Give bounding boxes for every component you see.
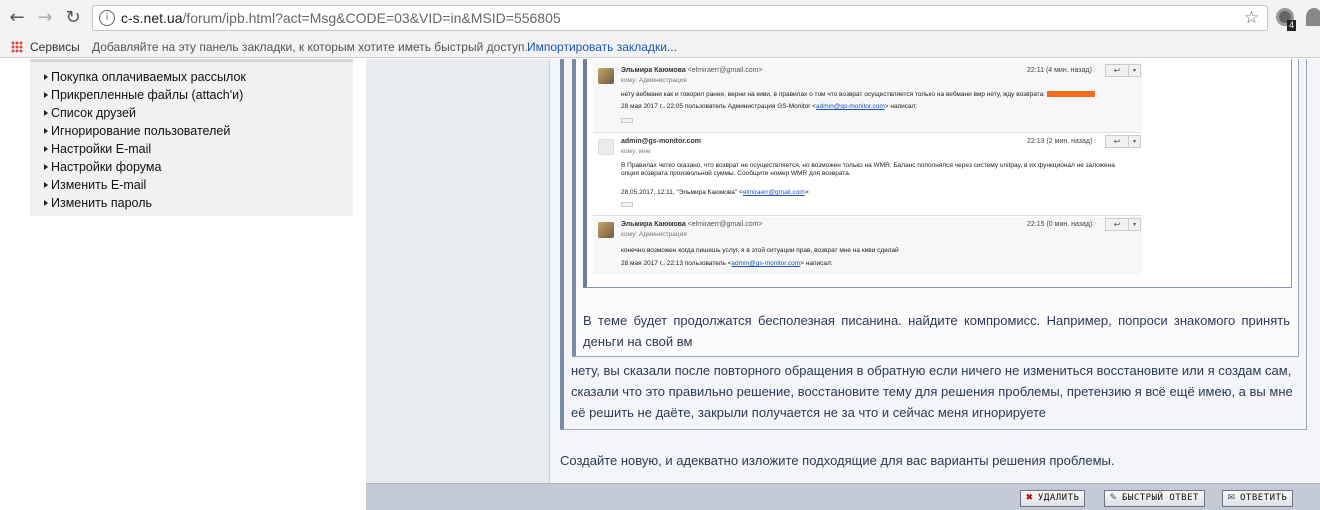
url-text[interactable]: c-s.net.ua/forum/ipb.html?act=Msg&CODE=0… — [121, 10, 561, 26]
sender-address: <elmiraerr@gmail.com> — [687, 67, 763, 74]
reload-icon[interactable]: ↻ — [62, 7, 84, 29]
reply-arrow-icon: ↩ — [1105, 135, 1129, 148]
avatar — [598, 68, 614, 84]
email-quote-header: 28 мая 2017 г., 22:05 пользователь Админ… — [621, 103, 917, 110]
sender-name: Эльмира Каюмова — [621, 67, 686, 74]
menu-item-paid-subscriptions[interactable]: Покупка оплачиваемых рассылок — [30, 68, 353, 86]
sender-name: Эльмира Каюмова — [621, 221, 686, 228]
quoted-admin-text: В теме будет продолжатся бесполезная пис… — [583, 313, 1290, 349]
quote-header-link: admin@gs-monitor.com — [816, 103, 885, 110]
delete-button[interactable]: ✖ УДАЛИТЬ — [1020, 490, 1086, 507]
email-time: 22:13 (2 мин. назад) — [1027, 138, 1093, 145]
divider — [593, 215, 1142, 216]
reply-arrow-icon: ↩ — [1105, 218, 1129, 231]
quote-header-suffix: > написал: — [800, 260, 833, 267]
email-body-text-2: опция возврата произвольной суммы. Сообщ… — [621, 170, 851, 177]
profile-menu: Покупка оплачиваемых рассылок Прикреплен… — [30, 59, 353, 216]
quote-header-prefix: 28 мая 2017 г., 22:05 пользователь Админ… — [621, 103, 817, 110]
email-message-3: Эльмира Каюмова <elmiraerr@gmail.com> ко… — [593, 217, 1142, 275]
reply-arrow-icon: ↩ — [1105, 64, 1129, 77]
menu-item-friends[interactable]: Список друзей — [30, 104, 353, 122]
collapsed-quote-icon — [621, 202, 633, 207]
menu-item-attachments[interactable]: Прикрепленные файлы (attach'и) — [30, 86, 353, 104]
bookmarks-hint: Добавляйте на эту панель закладки, к кот… — [92, 40, 528, 54]
quote-header-link: elmiraerr@gmail.com — [742, 189, 805, 196]
url-path: /forum/ipb.html?act=Msg&CODE=03&VID=in&M… — [182, 10, 561, 26]
email-body-text: В Правилах четко сказано, что возврат не… — [621, 162, 1115, 169]
import-bookmarks-link[interactable]: Импортировать закладки... — [527, 40, 677, 54]
forward-arrow-icon[interactable]: → — [34, 7, 56, 29]
chevron-down-icon: ▾ — [1129, 64, 1141, 77]
email-body-line: нету вебмани как и говорил ранее, верни … — [621, 91, 1095, 98]
info-icon[interactable]: i — [99, 10, 115, 26]
email-quote-header: 28 мая 2017 г., 22:13 пользователь <admi… — [621, 260, 833, 267]
extension-badge: 4 — [1287, 20, 1297, 31]
divider — [593, 132, 1142, 133]
email-sender: Эльмира Каюмова <elmiraerr@gmail.com> — [621, 67, 763, 74]
email-recipient: кому: мне — [621, 148, 651, 155]
menu-item-email-settings[interactable]: Настройки E-mail — [30, 140, 353, 158]
address-bar[interactable]: i c-s.net.ua/forum/ipb.html?act=Msg&CODE… — [92, 5, 1268, 31]
admin-reply-text: Создайте новую, и адекватно изложите под… — [560, 453, 1115, 468]
email-body-text: конечно возможен когда пишешь услуг, я в… — [621, 247, 899, 254]
browser-toolbar: ← → ↻ i c-s.net.ua/forum/ipb.html?act=Ms… — [0, 0, 1320, 36]
url-host: c-s.net.ua — [121, 10, 183, 26]
email-message-2: admin@gs-monitor.com кому: мне 22:13 (2 … — [593, 134, 1142, 216]
email-sender: admin@gs-monitor.com — [621, 138, 701, 145]
chat-bubble-icon: ✎ — [1109, 493, 1118, 503]
menu-item-ignore-users[interactable]: Игнорирование пользователей — [30, 122, 353, 140]
star-icon: ☆ — [1089, 65, 1098, 75]
extension-icon-2[interactable] — [1306, 8, 1320, 26]
email-message-1: Эльмира Каюмова <elmiraerr@gmail.com> ко… — [593, 63, 1142, 133]
email-time: 22:11 (4 мин. назад) — [1027, 67, 1092, 74]
reply-label: ОТВЕТИТЬ — [1240, 493, 1288, 503]
chat-bubble-icon: ✉ — [1227, 493, 1236, 503]
user-message-text: нету, вы сказали после повторного обраще… — [571, 363, 1293, 420]
back-arrow-icon[interactable]: ← — [6, 7, 28, 29]
quote-header-suffix: >: — [804, 189, 811, 196]
star-icon: ☆ — [1089, 136, 1098, 146]
apps-button[interactable]: Сервисы — [30, 40, 80, 54]
sender-name: admin@gs-monitor.com — [621, 138, 701, 145]
avatar — [598, 222, 614, 238]
menu-item-change-password[interactable]: Изменить пароль — [30, 194, 353, 212]
email-recipient: кому: Администрация — [621, 231, 687, 238]
sender-address: <elmiraerr@gmail.com> — [687, 221, 763, 228]
reply-button[interactable]: ✉ ОТВЕТИТЬ — [1222, 490, 1294, 507]
email-body-text: нету вебмани как и говорил ранее, верни … — [621, 91, 1045, 98]
email-recipient: кому: Администрация — [621, 77, 687, 84]
avatar — [598, 139, 614, 155]
email-time: 22:15 (0 мин. назад) — [1027, 221, 1093, 228]
page-content: Покупка оплачиваемых рассылок Прикреплен… — [0, 59, 1320, 510]
chevron-down-icon: ▾ — [1129, 218, 1141, 231]
apps-grid-icon[interactable] — [11, 41, 23, 53]
star-icon: ☆ — [1089, 219, 1098, 229]
quick-reply-label: БЫСТРЫЙ ОТВЕТ — [1122, 493, 1199, 503]
collapsed-quote-icon — [621, 118, 633, 123]
menu-item-forum-settings[interactable]: Настройки форума — [30, 158, 353, 176]
email-quote-header: 28.05.2017, 12:11, "Эльмира Каюмова" <el… — [621, 189, 810, 196]
bookmark-star-icon[interactable]: ☆ — [1244, 8, 1259, 28]
quote-header-prefix: 28 мая 2017 г., 22:13 пользователь < — [621, 260, 732, 267]
quote-header-link: admin@gs-monitor.com — [731, 260, 801, 267]
quick-reply-button[interactable]: ✎ БЫСТРЫЙ ОТВЕТ — [1104, 490, 1205, 507]
quote-header-suffix: > написал: — [884, 103, 918, 110]
redacted-mark — [1046, 91, 1095, 98]
menu-item-change-email[interactable]: Изменить E-mail — [30, 176, 353, 194]
bookmarks-bar: Сервисы Добавляйте на эту панель закладк… — [0, 36, 1320, 58]
chevron-down-icon: ▾ — [1129, 135, 1141, 148]
delete-label: УДАЛИТЬ — [1038, 493, 1080, 503]
email-sender: Эльмира Каюмова <elmiraerr@gmail.com> — [621, 221, 763, 228]
delete-icon: ✖ — [1025, 493, 1034, 503]
quote-header-prefix: 28.05.2017, 12:11, "Эльмира Каюмова" < — [621, 189, 743, 196]
